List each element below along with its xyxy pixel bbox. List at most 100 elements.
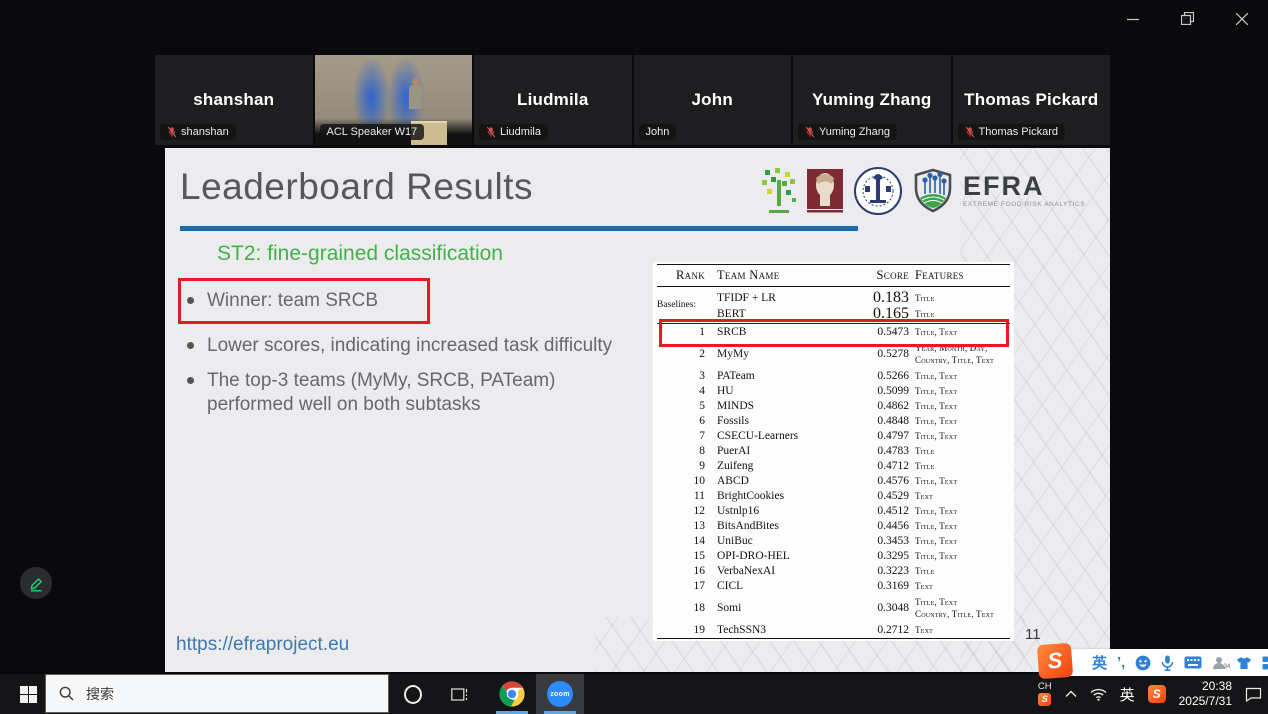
- page-number: 11: [1025, 626, 1041, 643]
- sogou-voice-icon[interactable]: [1161, 655, 1174, 671]
- stockholm-university-logo: [853, 166, 903, 216]
- ime-language-button[interactable]: 英: [1120, 684, 1135, 705]
- sogou-emoji-icon[interactable]: [1135, 655, 1151, 671]
- tray-date: 2025/7/31: [1179, 694, 1232, 709]
- efra-tagline: EXTREME FOOD RISK ANALYTICS: [963, 202, 1085, 209]
- participant-name-label: Yuming Zhang: [798, 124, 897, 140]
- muted-mic-icon: [965, 126, 975, 138]
- table-row: 18Somi0.3048Title, Text Country, Title, …: [657, 593, 1010, 622]
- efra-name: EFRA: [963, 173, 1085, 200]
- bullet-text: Lower scores, indicating increased task …: [207, 334, 612, 358]
- search-icon: [59, 686, 74, 701]
- slide-title: Leaderboard Results: [180, 166, 533, 208]
- table-row: 4HU0.5099Title, Text: [657, 383, 1010, 398]
- table-header: Rank Team Name Score Features: [657, 264, 1010, 287]
- sogou-tray-button[interactable]: S: [1148, 685, 1166, 703]
- annotation-pencil-button[interactable]: [20, 567, 52, 599]
- desktop: shanshanshanshan ACL Speaker W17 LiudmilaL…: [0, 0, 1268, 714]
- table-row: 12Ustnlp160.4512Title, Text: [657, 503, 1010, 518]
- task-view-button[interactable]: [444, 674, 476, 714]
- winner-row-highlight: [659, 319, 1009, 347]
- bullet-item: The top-3 teams (MyMy, SRCB, PATeam) per…: [178, 369, 618, 416]
- participant-name-label: shanshan: [160, 124, 236, 140]
- sogou-english-mode[interactable]: 英: [1092, 652, 1107, 673]
- table-row: 19TechSSN30.2712Text: [657, 622, 1010, 637]
- baseline-rows: TFIDF + LR0.183TitleBERT0.165Title: [717, 289, 1010, 321]
- sogou-account-icon[interactable]: 34: [1212, 656, 1226, 670]
- participant-tile[interactable]: shanshanshanshan: [155, 55, 313, 145]
- taskbar: zoom CH S 英 S 20:38 2025/7/31: [0, 674, 1268, 714]
- roman-bust-logo: [806, 168, 844, 214]
- minimize-icon[interactable]: [1121, 10, 1145, 27]
- zoom-taskbar-button[interactable]: zoom: [536, 674, 584, 714]
- close-icon[interactable]: [1230, 10, 1254, 27]
- participant-tile[interactable]: Yuming ZhangYuming Zhang: [793, 55, 951, 145]
- taskbar-search[interactable]: [45, 674, 389, 713]
- table-row: 8PuerAI0.4783Title: [657, 443, 1010, 458]
- participant-tile[interactable]: ACL Speaker W17: [315, 55, 473, 145]
- sogou-logo[interactable]: S: [1037, 643, 1073, 679]
- sogou-punctuation-mode[interactable]: ’,: [1117, 654, 1125, 671]
- speaker-silhouette: [409, 78, 422, 112]
- table-row: 15OPI-DRO-HEL0.3295Title, Text: [657, 548, 1010, 563]
- baselines-label: Baselines:: [657, 300, 711, 310]
- muted-mic-icon: [805, 126, 815, 138]
- leaderboard-table: Rank Team Name Score Features Baselines:…: [653, 262, 1014, 641]
- participant-name-label: John: [639, 124, 677, 140]
- table-row: 7CSECU-Learners0.4797Title, Text: [657, 428, 1010, 443]
- wifi-icon[interactable]: [1090, 688, 1107, 701]
- task-view-icon: [451, 687, 469, 702]
- hidden-icons-chevron[interactable]: [1065, 690, 1077, 698]
- taskbar-clock[interactable]: 20:38 2025/7/31: [1179, 679, 1232, 709]
- efra-logo: EFRA EXTREME FOOD RISK ANALYTICS: [963, 173, 1085, 209]
- participant-tile[interactable]: JohnJohn: [634, 55, 792, 145]
- zoom-window-titlebar: [1121, 10, 1254, 27]
- restore-icon[interactable]: [1175, 10, 1200, 27]
- chrome-icon: [499, 681, 525, 707]
- system-tray: CH S 英 S 20:38 2025/7/31: [1038, 674, 1262, 714]
- table-row: 6Fossils0.4848Title, Text: [657, 413, 1010, 428]
- table-row: 16VerbaNexAI0.3223Title: [657, 563, 1010, 578]
- bullet-item: Lower scores, indicating increased task …: [178, 334, 618, 358]
- pencil-icon: [28, 575, 45, 592]
- bullet-dot: [187, 342, 194, 349]
- start-button[interactable]: [12, 674, 44, 714]
- table-row: 9Zuifeng0.4712Title: [657, 458, 1010, 473]
- bullet-dot: [187, 377, 194, 384]
- action-center-icon[interactable]: [1245, 687, 1262, 702]
- sogou-toolbox-icon[interactable]: [1262, 656, 1268, 670]
- efra-shield-icon: [912, 168, 954, 214]
- table-row: 13BitsAndBites0.4456Title, Text: [657, 518, 1010, 533]
- column-header-features: Features: [915, 268, 1010, 283]
- baseline-row: TFIDF + LR0.183Title: [717, 289, 1010, 305]
- search-input[interactable]: [84, 685, 348, 703]
- cortana-icon: [404, 685, 422, 704]
- table-row: 5MINDS0.4862Title, Text: [657, 398, 1010, 413]
- chrome-taskbar-button[interactable]: [492, 674, 532, 714]
- video-strip: shanshanshanshan ACL Speaker W17 LiudmilaL…: [155, 55, 1110, 145]
- sogou-ime-toolbar: S 英 ’, 34: [1046, 649, 1268, 676]
- pixel-tree-logo: [761, 168, 797, 214]
- participant-tile[interactable]: Thomas PickardThomas Pickard: [953, 55, 1111, 145]
- presentation-slide: Leaderboard Results: [165, 148, 1110, 672]
- participant-name-label: ACL Speaker W17: [320, 124, 425, 140]
- bullet-text: The top-3 teams (MyMy, SRCB, PATeam) per…: [207, 369, 618, 416]
- slide-url: https://efraproject.eu: [176, 634, 349, 656]
- sogou-skin-icon[interactable]: [1236, 656, 1252, 670]
- cortana-button[interactable]: [398, 674, 428, 714]
- muted-mic-icon: [167, 126, 177, 138]
- bullet-dot: [187, 297, 194, 304]
- table-row: 10ABCD0.4576Title, Text: [657, 473, 1010, 488]
- ime-mode-indicator[interactable]: CH S: [1038, 682, 1052, 706]
- muted-mic-icon: [486, 126, 496, 138]
- table-row: 11BrightCookies0.4529Text: [657, 488, 1010, 503]
- column-header-team: Team Name: [717, 268, 847, 283]
- participant-tile[interactable]: LiudmilaLiudmila: [474, 55, 632, 145]
- column-header-rank: Rank: [657, 268, 711, 283]
- title-underline: [180, 226, 858, 231]
- sogou-keyboard-icon[interactable]: [1184, 656, 1202, 669]
- windows-logo-icon: [20, 686, 37, 703]
- table-row: 14UniBuc0.3453Title, Text: [657, 533, 1010, 548]
- logo-row: EFRA EXTREME FOOD RISK ANALYTICS: [761, 166, 1085, 216]
- bullet-item: Winner: team SRCB: [178, 278, 430, 324]
